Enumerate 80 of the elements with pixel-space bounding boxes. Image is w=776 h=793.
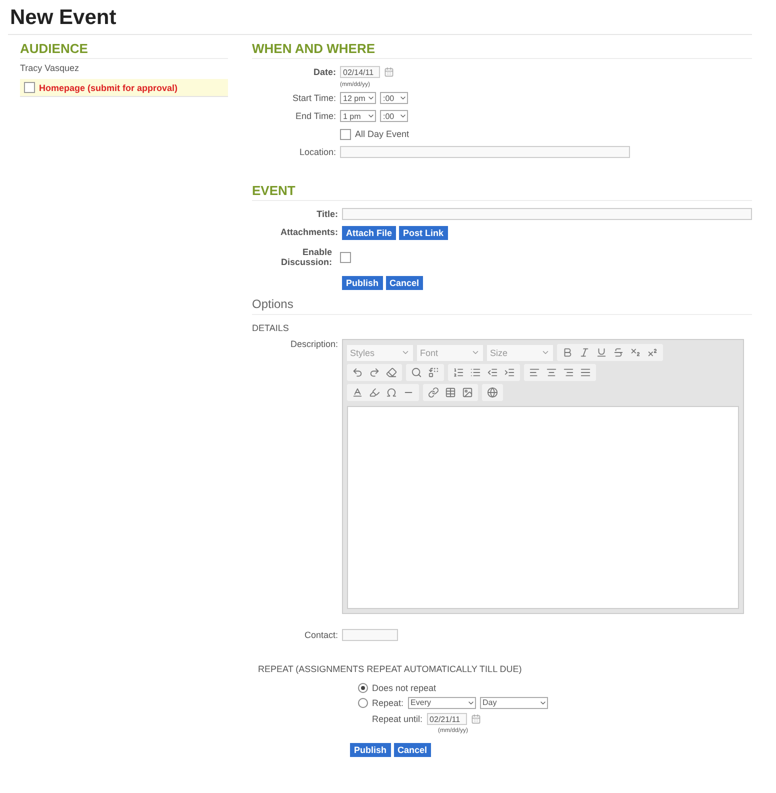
minute-select[interactable]: :00: [380, 110, 408, 122]
audience-name: Tracy Vasquez: [20, 63, 80, 73]
checkbox[interactable]: [24, 82, 35, 93]
eraser-icon[interactable]: [386, 367, 397, 378]
section-heading: EVENT: [252, 183, 752, 201]
field-label: Repeat until:: [372, 714, 423, 724]
field-label: Attachments:: [279, 227, 338, 237]
link-icon[interactable]: [428, 387, 439, 398]
omega-icon[interactable]: [386, 387, 397, 398]
radio-label: Repeat:: [372, 698, 404, 708]
caret-icon[interactable]: [367, 112, 375, 120]
field-label: Contact:: [303, 630, 338, 640]
attach-button[interactable]: Post Link: [399, 226, 448, 240]
highlight-icon[interactable]: [369, 387, 380, 398]
checkbox[interactable]: [340, 252, 351, 262]
location-field[interactable]: [340, 146, 630, 158]
numbered-list-icon[interactable]: [453, 367, 464, 378]
section-heading: AUDIENCE: [20, 41, 228, 59]
calendar-icon[interactable]: [470, 714, 481, 724]
replace-icon[interactable]: [428, 367, 439, 378]
repeat-select[interactable]: Every: [408, 696, 476, 708]
repeat-heading: REPEAT (ASSIGNMENTS REPEAT AUTOMATICALLY TILL DUE): [258, 664, 523, 674]
align-center-icon[interactable]: [546, 367, 557, 378]
caret-icon[interactable]: [399, 112, 407, 120]
subscript-icon[interactable]: [630, 347, 641, 358]
title-field[interactable]: [342, 208, 752, 220]
text-color-icon[interactable]: [352, 387, 363, 398]
date-field[interactable]: 02/21/11: [426, 713, 467, 725]
radio-label: Does not repeat: [372, 682, 436, 692]
form-button[interactable]: Cancel: [386, 276, 424, 290]
field-label: Start Time:: [291, 93, 336, 103]
image-icon[interactable]: [462, 387, 473, 398]
redo-icon[interactable]: [369, 367, 380, 378]
bullet-list-icon[interactable]: [470, 367, 481, 378]
checkbox-label: All Day Event: [355, 129, 410, 139]
find-icon[interactable]: [411, 367, 422, 378]
editor-select[interactable]: Font: [417, 344, 483, 360]
field-label: Description:: [289, 339, 338, 349]
caret-icon[interactable]: [399, 94, 407, 102]
form-button[interactable]: Cancel: [394, 743, 432, 757]
globe-icon[interactable]: [487, 387, 498, 398]
strikethrough-icon[interactable]: [613, 347, 624, 358]
editor-select[interactable]: Size: [487, 344, 553, 360]
minute-select[interactable]: :00: [380, 92, 408, 104]
align-right-icon[interactable]: [563, 367, 574, 378]
attach-button[interactable]: Attach File: [342, 226, 396, 240]
field-label: End Time:: [294, 111, 336, 121]
outdent-icon[interactable]: [487, 367, 498, 378]
hour-select[interactable]: 1 pm: [340, 110, 376, 122]
bold-icon[interactable]: [562, 347, 573, 358]
radio-button[interactable]: [358, 698, 368, 708]
repeat-select[interactable]: Day: [480, 696, 548, 708]
justify-icon[interactable]: [580, 367, 591, 378]
options-heading: Options: [252, 291, 752, 315]
rich-text-editor[interactable]: Styles Font Size: [342, 339, 744, 614]
field-label: Date:: [312, 67, 336, 77]
superscript-icon[interactable]: [647, 347, 658, 358]
details-heading: DETAILS: [252, 322, 290, 335]
align-left-icon[interactable]: [529, 367, 540, 378]
field-label: Location:: [298, 147, 336, 157]
form-button[interactable]: Publish: [342, 276, 383, 290]
caret-icon[interactable]: [367, 94, 375, 102]
hour-select[interactable]: 12 pm: [340, 92, 376, 104]
section-heading: WHEN AND WHERE: [252, 41, 752, 59]
radio-button[interactable]: [358, 682, 368, 692]
indent-icon[interactable]: [504, 367, 515, 378]
table-icon[interactable]: [445, 387, 456, 398]
field-label: Enable Discussion:: [280, 247, 332, 267]
checkbox[interactable]: [340, 128, 351, 140]
calendar-icon[interactable]: [384, 67, 394, 77]
editor-select[interactable]: Styles: [347, 344, 413, 360]
italic-icon[interactable]: [579, 347, 590, 358]
form-button[interactable]: Publish: [350, 743, 391, 757]
audience-option[interactable]: Homepage (submit for approval): [20, 79, 228, 97]
undo-icon[interactable]: [352, 367, 363, 378]
underline-icon[interactable]: [596, 347, 607, 358]
date-field[interactable]: 02/14/11: [340, 66, 380, 78]
contact-field[interactable]: [342, 629, 398, 641]
page-title: New Event: [8, 6, 752, 35]
field-label: Title:: [316, 209, 338, 219]
